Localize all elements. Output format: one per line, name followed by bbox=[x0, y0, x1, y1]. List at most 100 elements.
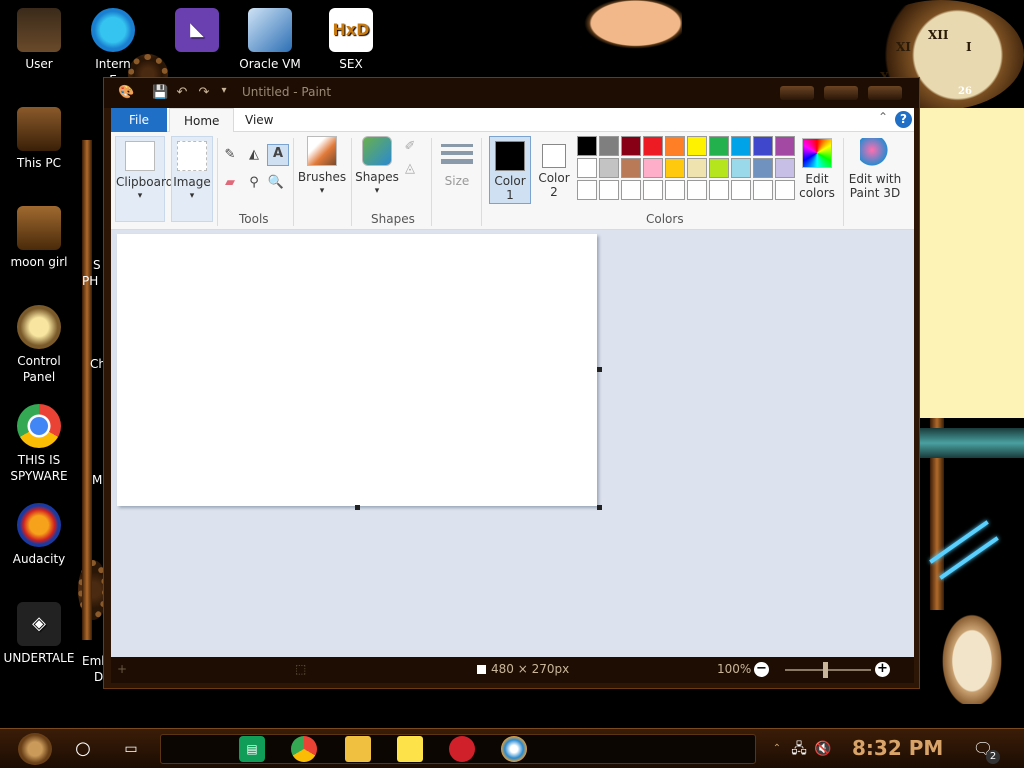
palette-swatch[interactable] bbox=[709, 136, 729, 156]
clipboard-button[interactable]: Clipboard ▾ bbox=[115, 136, 173, 222]
palette-swatch[interactable] bbox=[621, 158, 641, 178]
desktop-icon-control-panel[interactable]: Control Panel bbox=[0, 305, 78, 385]
palette-swatch[interactable] bbox=[621, 180, 641, 200]
notification-center-icon[interactable]: 🗨 2 bbox=[970, 736, 1000, 764]
maximize-button[interactable] bbox=[824, 86, 858, 100]
palette-swatch[interactable] bbox=[665, 180, 685, 200]
color-picker-icon[interactable]: ⚲ bbox=[245, 174, 263, 192]
desktop-icon-user[interactable]: User bbox=[0, 8, 78, 72]
palette-swatch[interactable] bbox=[599, 158, 619, 178]
size-button[interactable]: Size bbox=[437, 138, 477, 208]
zoom-slider-thumb[interactable] bbox=[823, 662, 828, 678]
palette-swatch[interactable] bbox=[643, 158, 663, 178]
palette-swatch[interactable] bbox=[731, 158, 751, 178]
palette-swatch[interactable] bbox=[731, 136, 751, 156]
paint-window[interactable]: 🎨 💾 ↶ ↷ ▾ Untitled - Paint File Home Vie… bbox=[103, 77, 920, 689]
palette-swatch[interactable] bbox=[775, 180, 795, 200]
resize-handle-corner[interactable] bbox=[597, 505, 602, 510]
brushes-button[interactable]: Brushes ▾ bbox=[297, 136, 347, 206]
status-bar: + ⬚ 480 × 270px 100% − + bbox=[111, 657, 914, 683]
desktop-icon-chrome[interactable]: THIS IS SPYWARE bbox=[0, 404, 78, 484]
palette-swatch[interactable] bbox=[643, 136, 663, 156]
tab-home[interactable]: Home bbox=[169, 108, 235, 132]
zoom-in-button[interactable]: + bbox=[875, 662, 890, 677]
palette-swatch[interactable] bbox=[753, 136, 773, 156]
file-explorer-icon[interactable] bbox=[345, 736, 371, 762]
palette-swatch[interactable] bbox=[753, 158, 773, 178]
sticky-note-widget[interactable] bbox=[920, 108, 1024, 418]
start-button[interactable] bbox=[18, 733, 52, 765]
redo-icon[interactable]: ↷ bbox=[196, 85, 212, 101]
volume-muted-icon[interactable]: 🔇 bbox=[810, 736, 836, 762]
paint-icon[interactable] bbox=[501, 736, 527, 762]
undo-icon[interactable]: ↶ bbox=[174, 85, 190, 101]
taskbar-apps: ▤ bbox=[160, 734, 756, 764]
desktop-icon-audacity[interactable]: Audacity bbox=[0, 503, 78, 567]
ribbon-separator bbox=[843, 138, 844, 226]
chevron-down-icon: ▾ bbox=[189, 191, 195, 201]
palette-swatch[interactable] bbox=[665, 136, 685, 156]
magnifier-icon[interactable]: 🔍 bbox=[267, 174, 285, 192]
desktop-icon-oracle-vm[interactable]: Oracle VM bbox=[231, 8, 309, 72]
save-icon[interactable]: 💾 bbox=[152, 85, 168, 101]
paint-app-icon[interactable]: 🎨 bbox=[118, 85, 134, 101]
minimize-button[interactable] bbox=[780, 86, 814, 100]
palette-swatch[interactable] bbox=[643, 180, 663, 200]
chrome-icon[interactable] bbox=[291, 736, 317, 762]
color1-button[interactable]: Color 1 bbox=[489, 136, 531, 204]
desktop-icon-hxd[interactable]: HxD SEX bbox=[312, 8, 390, 72]
edit-colors-button[interactable]: Edit colors bbox=[795, 138, 839, 208]
palette-swatch[interactable] bbox=[577, 180, 597, 200]
palette-swatch[interactable] bbox=[687, 158, 707, 178]
palette-swatch[interactable] bbox=[775, 158, 795, 178]
cortana-icon[interactable]: ○ bbox=[70, 736, 96, 762]
network-icon[interactable]: 🖧 bbox=[786, 736, 812, 762]
red-app-icon[interactable] bbox=[449, 736, 475, 762]
title-bar[interactable]: 🎨 💾 ↶ ↷ ▾ Untitled - Paint bbox=[104, 78, 919, 108]
edit-with-paint3d-button[interactable]: Edit with Paint 3D bbox=[847, 138, 903, 208]
pencil-icon[interactable]: ✎ bbox=[221, 146, 239, 164]
desktop-icon-undertale[interactable]: ◈ UNDERTALE bbox=[0, 602, 78, 666]
palette-swatch[interactable] bbox=[665, 158, 685, 178]
taskbar-clock[interactable]: 8:32 PM bbox=[852, 736, 943, 760]
zoom-out-button[interactable]: − bbox=[754, 662, 769, 677]
desktop-icon-this-pc[interactable]: This PC bbox=[0, 107, 78, 171]
palette-swatch[interactable] bbox=[753, 180, 773, 200]
resize-handle-right[interactable] bbox=[597, 367, 602, 372]
palette-swatch[interactable] bbox=[709, 180, 729, 200]
zoom-slider[interactable] bbox=[785, 669, 871, 671]
palette-swatch[interactable] bbox=[621, 136, 641, 156]
task-view-icon[interactable]: ▭ bbox=[118, 736, 144, 762]
desktop-icon-internet-explorer[interactable]: Intern E bbox=[78, 8, 148, 88]
canvas-area[interactable] bbox=[111, 230, 914, 657]
palette-swatch[interactable] bbox=[599, 136, 619, 156]
collapse-ribbon-icon[interactable]: ⌃ bbox=[878, 110, 888, 124]
resize-handle-bottom[interactable] bbox=[355, 505, 360, 510]
close-button[interactable] bbox=[868, 86, 902, 100]
text-tool-icon[interactable]: A bbox=[267, 144, 289, 166]
tab-file[interactable]: File bbox=[111, 108, 167, 132]
palette-swatch[interactable] bbox=[731, 180, 751, 200]
help-button[interactable]: ? bbox=[895, 111, 912, 128]
sheets-icon[interactable]: ▤ bbox=[239, 736, 265, 762]
fill-icon[interactable]: ◭ bbox=[245, 146, 263, 164]
palette-swatch[interactable] bbox=[687, 180, 707, 200]
desktop-icon-visual-studio[interactable]: ◣ bbox=[158, 8, 236, 56]
palette-swatch[interactable] bbox=[577, 136, 597, 156]
desktop-icon-moon-girl[interactable]: moon girl bbox=[0, 206, 78, 270]
tab-view[interactable]: View bbox=[231, 108, 287, 132]
palette-swatch[interactable] bbox=[687, 136, 707, 156]
color2-button[interactable]: Color 2 bbox=[533, 136, 575, 202]
customize-toolbar-icon[interactable]: ▾ bbox=[216, 85, 232, 101]
image-button[interactable]: Image ▾ bbox=[171, 136, 213, 222]
drawing-canvas[interactable] bbox=[117, 234, 597, 506]
outline-icon[interactable]: ✐ bbox=[401, 138, 419, 156]
sticky-notes-icon[interactable] bbox=[397, 736, 423, 762]
palette-swatch[interactable] bbox=[577, 158, 597, 178]
shapes-button[interactable]: Shapes ▾ bbox=[355, 136, 399, 206]
palette-swatch[interactable] bbox=[599, 180, 619, 200]
shape-fill-icon[interactable]: ◬ bbox=[401, 160, 419, 178]
eraser-icon[interactable]: ▰ bbox=[221, 174, 239, 192]
palette-swatch[interactable] bbox=[775, 136, 795, 156]
palette-swatch[interactable] bbox=[709, 158, 729, 178]
